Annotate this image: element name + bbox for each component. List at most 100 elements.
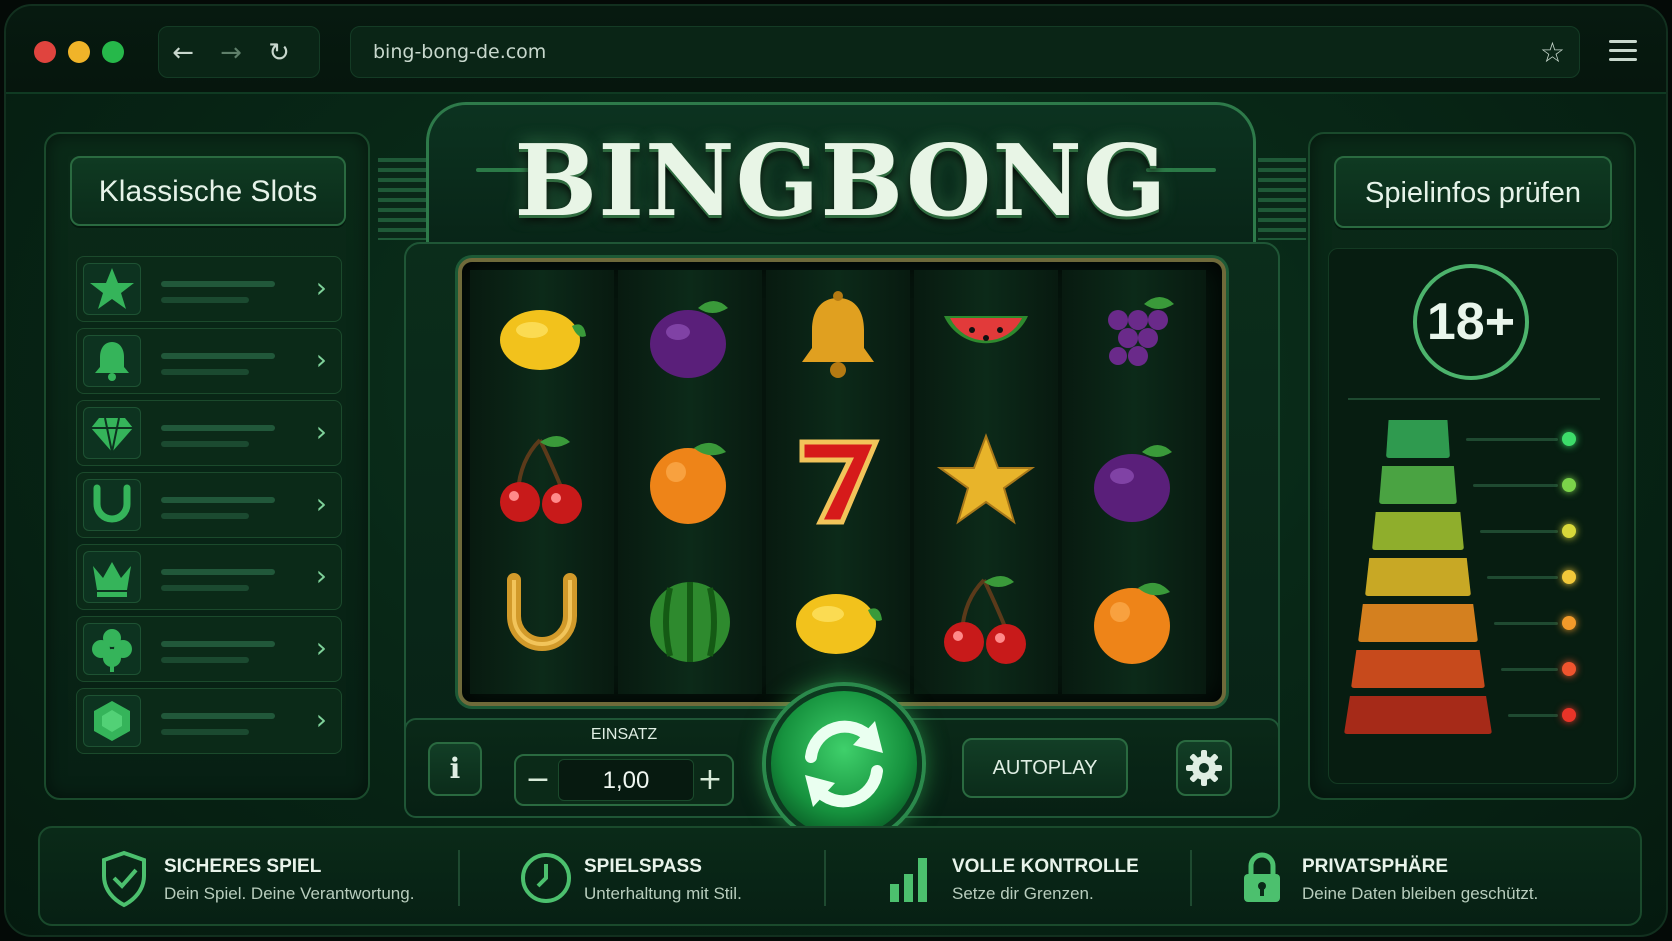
risk-level-line	[1508, 714, 1558, 717]
stake-value[interactable]: 1,00	[558, 759, 694, 801]
horseshoe-icon	[93, 484, 131, 523]
reel-5	[1062, 270, 1206, 694]
risk-level-step	[1344, 696, 1492, 734]
spin-button[interactable]	[766, 686, 922, 842]
feature-bar: SICHERES SPIEL Dein Spiel. Deine Verantw…	[38, 826, 1642, 926]
sidebar-item-diamond[interactable]: ›	[76, 400, 342, 466]
stake-label: EINSATZ	[590, 726, 658, 743]
chevron-right-icon: ›	[315, 271, 327, 304]
browser-toolbar: ← → ↻ bing-bong-de.com ☆	[6, 6, 1666, 94]
maximize-window-dot[interactable]	[102, 41, 124, 63]
risk-level-line	[1480, 530, 1558, 533]
reel-4	[914, 270, 1058, 694]
grapes-symbol	[1108, 297, 1174, 366]
autoplay-button[interactable]: AUTOPLAY	[962, 738, 1128, 798]
app-frame: ← → ↻ bing-bong-de.com ☆ Klassische Slot…	[4, 4, 1668, 937]
reel-3	[766, 270, 910, 694]
star-outline-icon[interactable]: ☆	[1540, 36, 1565, 69]
seven-symbol	[799, 439, 880, 525]
star-symbol	[936, 433, 1036, 525]
cherry-symbol	[500, 436, 582, 524]
check-game-info-button[interactable]: Spielinfos prüfen	[1334, 156, 1612, 228]
spin-arrows-icon	[805, 720, 883, 808]
bell-icon	[95, 342, 129, 381]
minimize-window-dot[interactable]	[68, 41, 90, 63]
risk-level-dot	[1562, 570, 1576, 584]
risk-level-step	[1358, 604, 1478, 642]
orange-symbol	[1094, 582, 1170, 664]
game-title: BINGBONG	[514, 124, 1168, 239]
bell-symbol	[802, 291, 874, 378]
increase-stake-button[interactable]: +	[694, 762, 726, 798]
arrow-left-icon[interactable]: ←	[167, 37, 199, 69]
address-bar[interactable]: bing-bong-de.com ☆	[350, 26, 1580, 78]
risk-level-line	[1487, 576, 1558, 579]
classic-slots-title[interactable]: Klassische Slots	[70, 156, 346, 226]
chevron-right-icon: ›	[315, 487, 327, 520]
arrow-right-icon[interactable]: →	[215, 37, 247, 69]
sidebar-item-clover[interactable]: ›	[76, 616, 342, 682]
cherry-symbol	[944, 576, 1026, 664]
age-badge: 18+	[1413, 264, 1529, 380]
chevron-right-icon: ›	[315, 559, 327, 592]
sidebar-item-gem[interactable]: ›	[76, 688, 342, 754]
decrease-stake-button[interactable]: −	[522, 762, 554, 798]
horseshoe-symbol	[507, 573, 577, 651]
reload-icon[interactable]: ↻	[263, 37, 295, 69]
clock-icon	[521, 853, 571, 903]
hamburger-icon[interactable]	[1609, 40, 1637, 62]
plum-symbol	[650, 301, 728, 378]
info-button[interactable]: i	[428, 742, 482, 796]
settings-button[interactable]	[1176, 740, 1232, 796]
feature-subtitle: Setze dir Grenzen.	[952, 884, 1094, 903]
sidebar-item-star[interactable]: ›	[76, 256, 342, 322]
feature-subtitle: Unterhaltung mit Stil.	[584, 884, 742, 903]
close-window-dot[interactable]	[34, 41, 56, 63]
sidebar-item-horseshoe[interactable]: ›	[76, 472, 342, 538]
lemon-symbol	[796, 594, 882, 654]
risk-level-step	[1379, 466, 1457, 504]
feature-title: SICHERES SPIEL	[164, 856, 322, 877]
feature-title: SPIELSPASS	[584, 856, 702, 877]
risk-level-dot	[1562, 524, 1576, 538]
bar-chart-icon	[890, 858, 927, 902]
chevron-right-icon: ›	[315, 415, 327, 448]
shield-check-icon	[102, 850, 146, 908]
risk-level-line	[1466, 438, 1558, 441]
url-text: bing-bong-de.com	[373, 41, 547, 63]
risk-level-dot	[1562, 708, 1576, 722]
lemon-symbol	[500, 310, 586, 370]
watermelon-symbol	[650, 582, 730, 662]
risk-level-dot	[1562, 432, 1576, 446]
risk-level-step	[1351, 650, 1485, 688]
chevron-right-icon: ›	[315, 631, 327, 664]
watermelon-slice-symbol	[944, 316, 1028, 344]
chevron-right-icon: ›	[315, 703, 327, 736]
gem-icon	[94, 701, 130, 741]
gear-icon	[1186, 750, 1222, 786]
feature-title: PRIVATSPHÄRE	[1302, 856, 1449, 877]
sidebar-item-bell[interactable]: ›	[76, 328, 342, 394]
feature-title: VOLLE KONTROLLE	[952, 856, 1139, 877]
reel-window	[458, 258, 1226, 706]
risk-level-dot	[1562, 616, 1576, 630]
lock-icon	[1244, 852, 1280, 902]
risk-level-line	[1494, 622, 1558, 625]
star-icon	[90, 268, 134, 309]
diamond-icon	[91, 417, 133, 453]
risk-level-dot	[1562, 478, 1576, 492]
orange-symbol	[650, 442, 726, 524]
risk-level-step	[1386, 420, 1450, 458]
chevron-right-icon: ›	[315, 343, 327, 376]
feature-subtitle: Deine Daten bleiben geschützt.	[1302, 884, 1539, 903]
sidebar-item-crown[interactable]: ›	[76, 544, 342, 610]
feature-subtitle: Dein Spiel. Deine Verantwortung.	[164, 884, 415, 903]
crown-icon	[93, 562, 131, 597]
risk-level-step	[1372, 512, 1464, 550]
clover-icon	[92, 629, 132, 672]
risk-level-line	[1501, 668, 1558, 671]
reel-1	[470, 270, 614, 694]
stake-stepper: − 1,00 +	[514, 754, 734, 806]
risk-level-line	[1473, 484, 1558, 487]
nav-buttons: ← → ↻	[158, 26, 320, 78]
